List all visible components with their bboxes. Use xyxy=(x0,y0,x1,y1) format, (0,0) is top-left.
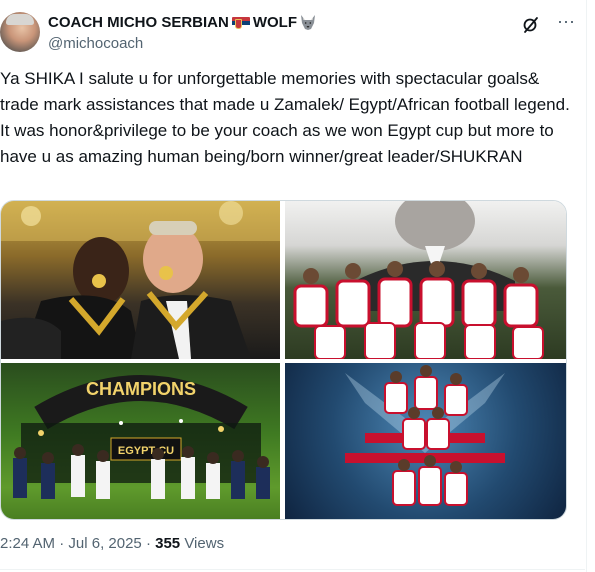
author-name-text: COACH MICHO SERBIAN xyxy=(48,14,229,31)
serbia-flag-icon xyxy=(231,16,250,29)
author-name-suffix: WOLF xyxy=(252,14,297,31)
media-grid: CHAMPIONS EGYPT CU xyxy=(0,200,567,520)
views-label: Views xyxy=(184,535,225,552)
champions-banner-text: CHAMPIONS xyxy=(86,379,196,399)
photo-zamalek-artwork[interactable] xyxy=(285,363,566,519)
meta-separator: · xyxy=(145,535,151,552)
author-name[interactable]: COACH MICHO SERBIAN WOLF xyxy=(48,14,317,31)
more-options-icon[interactable]: ⋯ xyxy=(556,13,576,34)
grok-icon[interactable] xyxy=(522,16,540,34)
photo-champions-celebration[interactable]: CHAMPIONS EGYPT CU xyxy=(1,363,280,519)
meta-separator: · xyxy=(59,535,65,552)
avatar[interactable] xyxy=(0,12,40,52)
zamalek-artwork-art xyxy=(345,365,505,506)
tweet-text: Ya SHIKA I salute u for unforgettable me… xyxy=(0,69,575,166)
author-handle[interactable]: @michocoach xyxy=(48,35,143,52)
champions-art: CHAMPIONS EGYPT CU xyxy=(13,375,270,499)
egypt-cup-board-text: EGYPT CU xyxy=(118,445,174,457)
tweet-date[interactable]: Jul 6, 2025 xyxy=(68,535,141,552)
views-count: 355 xyxy=(155,535,181,552)
divider xyxy=(0,569,585,570)
team-coach-art xyxy=(293,201,544,359)
tweet-meta: 2:24 AM · Jul 6, 2025 · 355 Views xyxy=(0,535,224,552)
tweet-time[interactable]: 2:24 AM xyxy=(0,535,55,552)
medal-celebration-art xyxy=(1,201,280,359)
timeline-border xyxy=(586,0,587,572)
photo-medal-celebration[interactable] xyxy=(1,201,280,359)
wolf-icon xyxy=(301,15,315,30)
photo-team-coach[interactable] xyxy=(285,201,566,359)
tweet-header: COACH MICHO SERBIAN WOLF @michocoach ⋯ xyxy=(0,0,580,60)
